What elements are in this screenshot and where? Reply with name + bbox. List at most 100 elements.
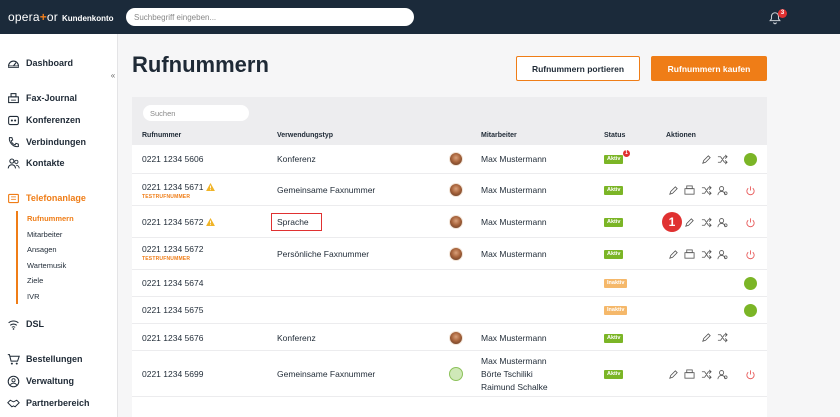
sidebar-item-bestellungen[interactable]: Bestellungen: [7, 351, 83, 367]
row-employee: Max Mustermann: [481, 217, 547, 227]
row-usage: Persönliche Faxnummer: [277, 249, 370, 259]
row-usage: Konferenz: [277, 333, 316, 343]
shuffle-icon[interactable]: [701, 217, 712, 228]
row-usage: Gemeinsame Faxnummer: [277, 185, 376, 195]
step-marker: 1: [662, 212, 682, 232]
shuffle-icon[interactable]: [701, 185, 712, 196]
power-on-button[interactable]: [744, 304, 757, 317]
avatar: [449, 215, 463, 229]
fax-settings-icon[interactable]: [684, 249, 695, 260]
highlight-box: [271, 213, 322, 231]
cart-icon: [7, 353, 20, 365]
sidebar-item-telefonanlage[interactable]: Telefonanlage: [7, 190, 86, 206]
power-on-button[interactable]: [744, 153, 757, 166]
edit-icon[interactable]: [668, 249, 679, 260]
sidebar-subitem-ivr[interactable]: IVR: [18, 289, 106, 305]
row-usage: Gemeinsame Faxnummer: [277, 369, 376, 379]
buy-numbers-button[interactable]: Rufnummern kaufen: [651, 56, 767, 81]
row-employee: Max Mustermann: [481, 333, 547, 343]
row-number: 0221 1234 5674: [142, 278, 204, 288]
row-employee: Max Mustermann: [481, 356, 547, 366]
row-number: 0221 1234 5675: [142, 305, 204, 315]
fax-settings-icon[interactable]: [684, 369, 695, 380]
table-search-input[interactable]: [143, 105, 249, 121]
sidebar-item-dashboard[interactable]: Dashboard: [7, 55, 73, 71]
sidebar-item-kontakte[interactable]: Kontakte: [7, 155, 65, 171]
power-off-button[interactable]: [745, 369, 756, 380]
power-off-button[interactable]: [745, 185, 756, 196]
edit-icon[interactable]: [701, 154, 712, 165]
power-off-button[interactable]: [745, 249, 756, 260]
dashboard-icon: [8, 60, 19, 68]
sidebar-subitem-mitarbeiter[interactable]: Mitarbeiter: [18, 227, 106, 243]
row-usage: Konferenz: [277, 154, 316, 164]
power-off-button[interactable]: [745, 217, 756, 228]
table-row[interactable]: 0221 1234 5672 TESTRUFNUMMER Persönliche…: [132, 238, 767, 270]
row-number: 0221 1234 5699: [142, 369, 204, 379]
global-search-input[interactable]: [126, 8, 414, 26]
fax-icon: [8, 92, 19, 103]
edit-icon[interactable]: [684, 217, 695, 228]
conference-icon: [8, 115, 19, 125]
row-employee: Börte Tschiliki: [481, 369, 533, 379]
table-header: Rufnummer Verwendungstyp Mitarbeiter Sta…: [132, 97, 767, 145]
sidebar-item-fax-journal[interactable]: Fax-Journal: [7, 90, 77, 106]
group-avatar: [449, 367, 463, 381]
assign-user-icon[interactable]: [717, 185, 728, 196]
logo[interactable]: opera+or Kundenkonto: [8, 10, 114, 24]
shuffle-icon[interactable]: [717, 332, 728, 343]
assign-user-icon[interactable]: [717, 249, 728, 260]
sidebar-item-konferenzen[interactable]: Konferenzen: [7, 112, 81, 128]
wifi-icon: [8, 320, 19, 330]
avatar: [449, 152, 463, 166]
edit-icon[interactable]: [701, 332, 712, 343]
column-header-number[interactable]: Rufnummer: [142, 132, 181, 139]
table-row[interactable]: 0221 1234 5674 Inaktiv: [132, 270, 767, 297]
assign-user-icon[interactable]: [717, 369, 728, 380]
sidebar-subitem-ansagen[interactable]: Ansagen: [18, 242, 106, 258]
column-header-status[interactable]: Status: [604, 132, 625, 139]
status-badge: Inaktiv: [604, 279, 628, 288]
sidebar-item-verbindungen[interactable]: Verbindungen: [7, 134, 86, 150]
sidebar-subitem-ziele[interactable]: Ziele: [18, 273, 106, 289]
status-badge: Aktiv: [604, 370, 624, 379]
fax-settings-icon[interactable]: [684, 185, 695, 196]
telefonanlage-subnav: Rufnummern Mitarbeiter Ansagen Wartemusi…: [16, 211, 106, 304]
row-number: 0221 1234 5676: [142, 333, 204, 343]
collapse-sidebar-button[interactable]: «: [108, 71, 118, 81]
edit-icon[interactable]: [668, 369, 679, 380]
row-number: 0221 1234 5672: [142, 244, 204, 254]
port-numbers-button[interactable]: Rufnummern portieren: [516, 56, 640, 81]
pbx-icon: [8, 193, 19, 203]
status-badge: Aktiv: [604, 334, 624, 343]
table-row[interactable]: 0221 1234 5606 Konferenz Max Mustermann …: [132, 145, 767, 174]
sidebar-item-partnerbereich[interactable]: Partnerbereich: [7, 395, 90, 411]
assign-user-icon[interactable]: [717, 217, 728, 228]
table-row[interactable]: 0221 1234 5676 Konferenz Max Mustermann …: [132, 324, 767, 351]
column-header-employee[interactable]: Mitarbeiter: [481, 132, 517, 139]
edit-icon[interactable]: [668, 185, 679, 196]
sidebar-subitem-wartemusik[interactable]: Wartemusik: [18, 258, 106, 274]
status-badge: Aktiv: [604, 218, 624, 227]
column-header-actions: Aktionen: [666, 132, 696, 139]
power-on-button[interactable]: [744, 277, 757, 290]
table-row[interactable]: 0221 1234 5699 Gemeinsame Faxnummer Max …: [132, 351, 767, 397]
sidebar-item-verwaltung[interactable]: Verwaltung: [7, 373, 74, 389]
column-header-usage[interactable]: Verwendungstyp: [277, 132, 333, 139]
avatar: [449, 247, 463, 261]
shuffle-icon[interactable]: [701, 369, 712, 380]
shuffle-icon[interactable]: [717, 154, 728, 165]
table-row[interactable]: 0221 1234 5675 Inaktiv: [132, 297, 767, 324]
status-badge: Aktiv: [604, 250, 624, 259]
sidebar-subitem-rufnummern[interactable]: Rufnummern: [18, 211, 106, 227]
avatar: [449, 183, 463, 197]
handshake-icon: [7, 399, 20, 407]
sidebar-item-dsl[interactable]: DSL: [7, 316, 44, 332]
table-row[interactable]: 0221 1234 5671 TESTRUFNUMMER Gemeinsame …: [132, 174, 767, 206]
status-alert-badge: 1: [623, 150, 630, 157]
notification-badge: 3: [778, 9, 787, 18]
shuffle-icon[interactable]: [701, 249, 712, 260]
row-number: 0221 1234 5606: [142, 154, 204, 164]
warning-icon: [206, 218, 216, 226]
section-label: Kundenkonto: [62, 14, 114, 23]
